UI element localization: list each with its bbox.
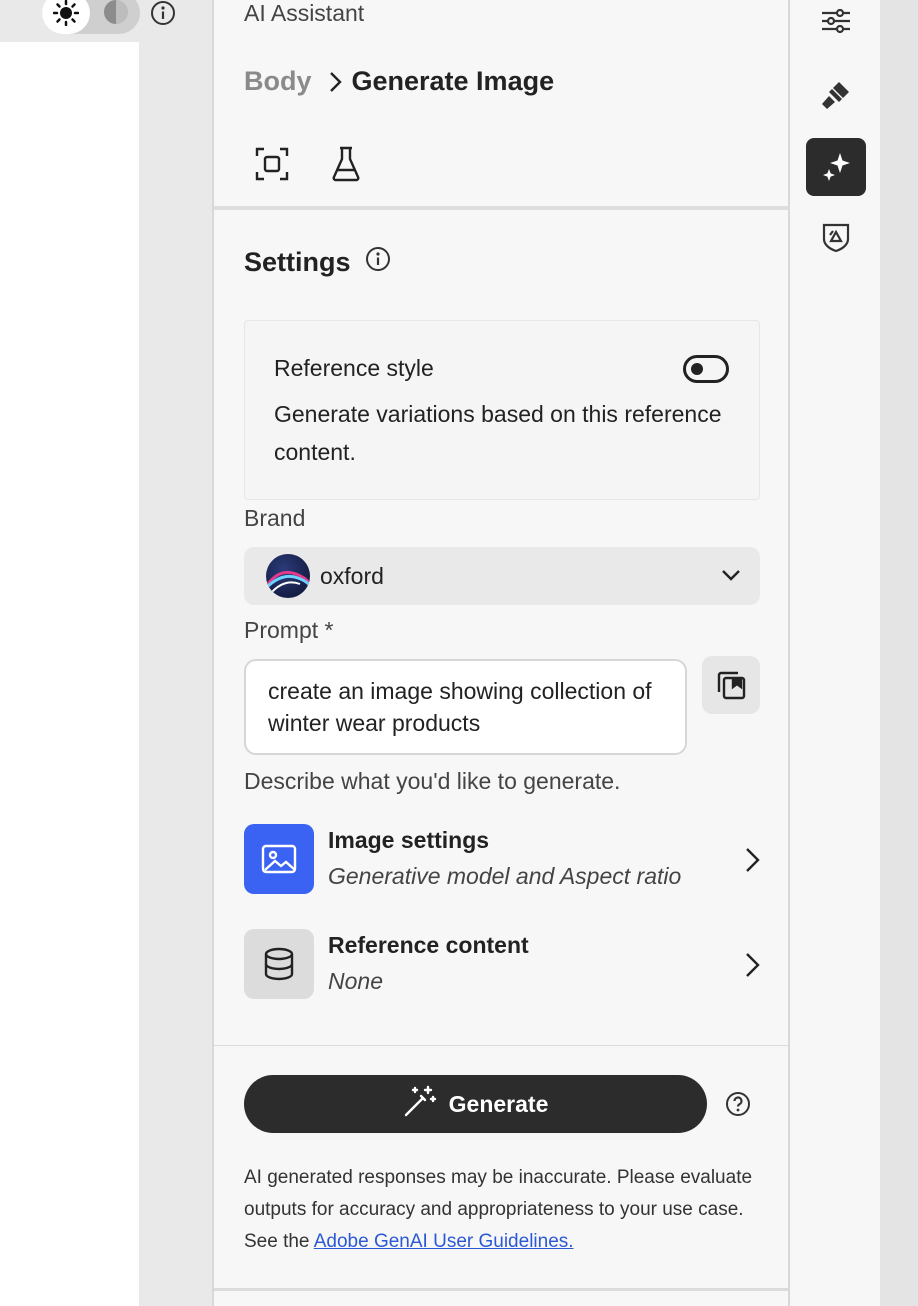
divider [214, 206, 788, 210]
reference-style-label: Reference style [274, 355, 434, 381]
info-icon[interactable] [365, 246, 391, 279]
right-rail [790, 0, 880, 1306]
page-title: Generate Image [351, 66, 555, 96]
badge-icon[interactable] [806, 208, 866, 266]
toolbar [250, 142, 368, 186]
breadcrumb-parent[interactable]: Body [244, 66, 312, 97]
toggle-knob [691, 363, 703, 375]
reference-content-row[interactable]: Reference content None [244, 928, 764, 1000]
chevron-down-icon [720, 564, 742, 591]
info-icon[interactable] [148, 0, 178, 28]
image-icon [244, 824, 314, 894]
ai-assistant-panel: AI Assistant Body Generate Image Setting… [212, 0, 790, 1306]
frame-select-icon[interactable] [250, 142, 294, 186]
app-title: AI Assistant [244, 0, 365, 26]
reference-content-subtitle: None [328, 968, 383, 994]
image-settings-subtitle: Generative model and Aspect ratio [328, 863, 682, 889]
settings-heading: Settings [244, 246, 391, 279]
brand-dropdown[interactable]: oxford [244, 547, 760, 605]
reference-content-title: Reference content [328, 932, 529, 958]
reference-style-description: Generate variations based on this refere… [274, 401, 722, 465]
flask-icon[interactable] [324, 142, 368, 186]
settings-title: Settings [244, 247, 351, 277]
image-settings-row[interactable]: Image settings Generative model and Aspe… [244, 823, 764, 895]
divider [214, 1288, 788, 1291]
sparkle-icon[interactable] [806, 138, 866, 196]
prompt-hint: Describe what you'd like to generate. [244, 768, 621, 794]
prompt-input[interactable]: create an image showing collection of wi… [244, 659, 687, 755]
image-settings-title: Image settings [328, 827, 490, 853]
divider [214, 1045, 788, 1046]
magic-wand-icon [403, 1084, 437, 1124]
disclaimer: AI generated responses may be inaccurate… [244, 1162, 764, 1258]
canvas[interactable] [0, 42, 139, 1306]
reference-style-toggle[interactable] [683, 355, 729, 383]
window-edge [880, 0, 918, 1306]
chevron-right-icon [744, 952, 760, 983]
guidelines-link[interactable]: Adobe GenAI User Guidelines. [314, 1231, 574, 1252]
prompt-label: Prompt * [244, 617, 334, 643]
brand-value: oxford [320, 562, 384, 589]
prompt-library-button[interactable] [702, 656, 760, 714]
contrast-icon[interactable] [101, 0, 131, 27]
sliders-icon[interactable] [806, 0, 866, 50]
brush-icon[interactable] [806, 66, 866, 124]
breadcrumb: Body Generate Image [244, 66, 554, 97]
chevron-right-icon [328, 71, 342, 93]
generate-button[interactable]: Generate [244, 1075, 707, 1133]
reference-style-card: Reference style Generate variations base… [244, 320, 760, 500]
brand-label: Brand [244, 505, 306, 531]
help-icon[interactable] [724, 1090, 752, 1118]
generate-label: Generate [448, 1090, 549, 1117]
database-icon [244, 929, 314, 999]
brand-avatar [266, 554, 310, 598]
chevron-right-icon [744, 847, 760, 878]
